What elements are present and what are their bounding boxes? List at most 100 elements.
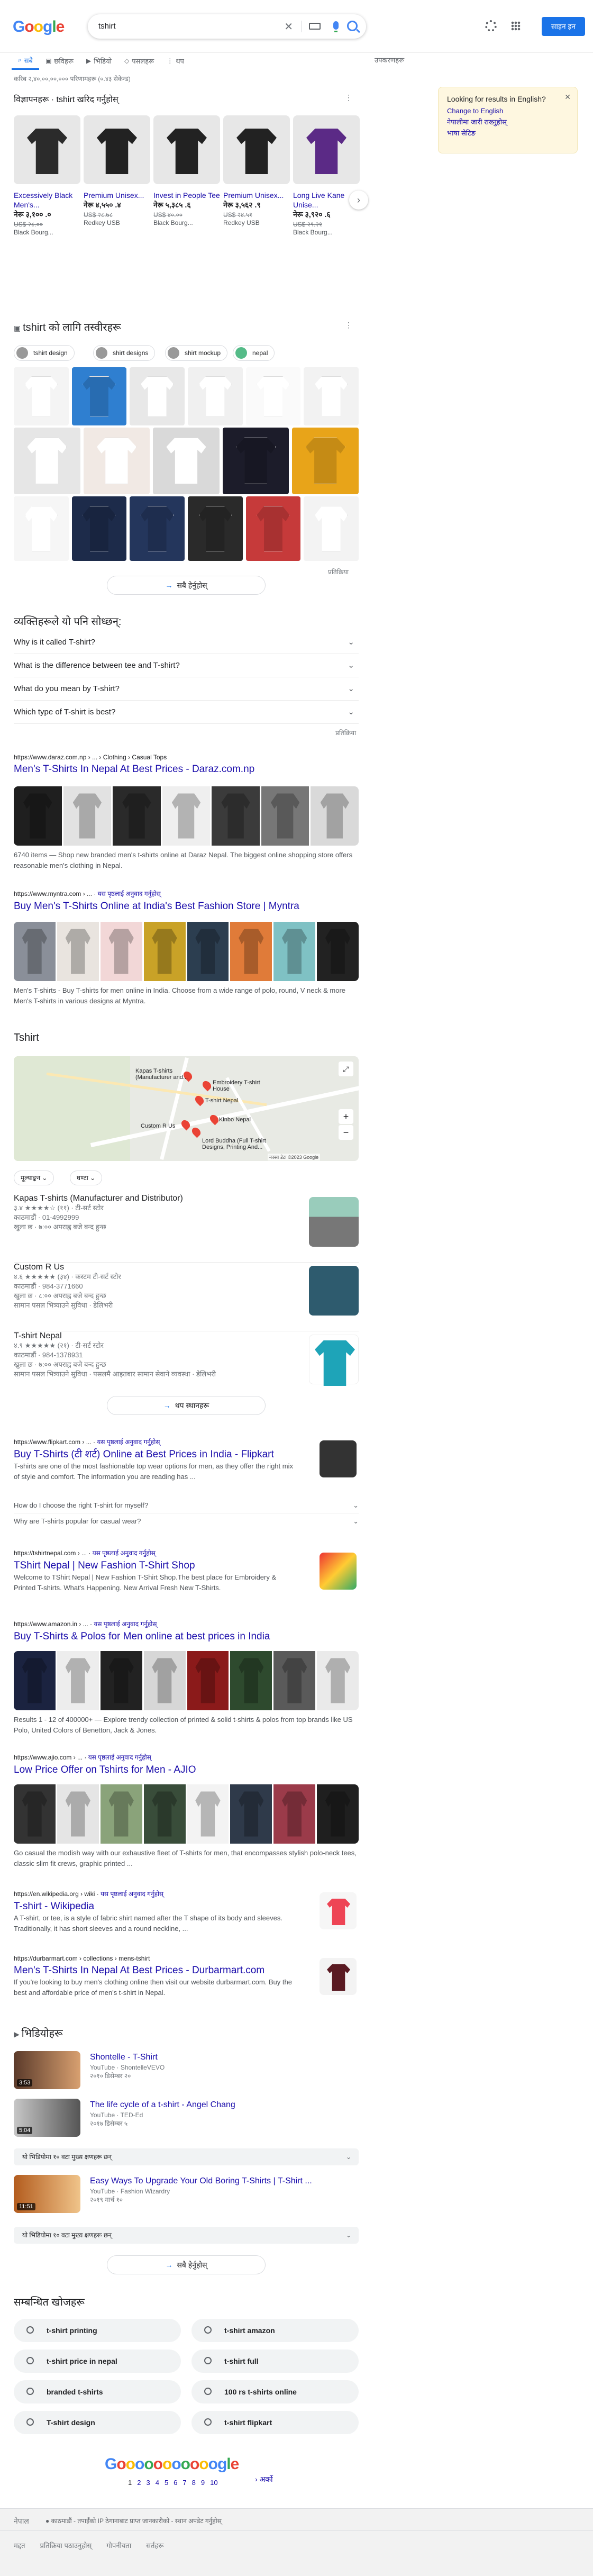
continue-nepali-link[interactable]: नेपालीमा जारी राख्नुहोस् xyxy=(447,116,569,128)
image-thumbnail[interactable] xyxy=(130,367,185,425)
result-url[interactable]: https://en.wikipedia.org › wiki xyxy=(14,1890,95,1898)
search-icon[interactable] xyxy=(347,21,358,31)
related-search[interactable]: t-shirt amazon xyxy=(191,2319,359,2342)
local-result[interactable]: Kapas T-shirts (Manufacturer and Distrib… xyxy=(14,1194,359,1263)
feedback-link[interactable]: प्रतिक्रिया xyxy=(335,728,356,737)
page-link[interactable]: 9 xyxy=(201,2479,205,2487)
image-thumbnail[interactable] xyxy=(222,428,289,494)
product-name[interactable]: Excessively Black Men's... xyxy=(14,191,80,210)
keyboard-icon[interactable] xyxy=(309,23,321,30)
feedback-link[interactable]: प्रतिक्रिया xyxy=(328,567,349,576)
translate-link[interactable]: यस पृष्ठलाई अनुवाद गर्नुहोस् xyxy=(94,1620,157,1628)
translate-link[interactable]: यस पृष्ठलाई अनुवाद गर्नुहोस् xyxy=(101,1890,163,1898)
translate-link[interactable]: यस पृष्ठलाई अनुवाद गर्नुहोस् xyxy=(98,890,161,897)
footer-location[interactable]: ● काठमाडौं - तपाईँको IP ठेगानाबाट प्राप्… xyxy=(45,2516,222,2525)
thumbnail-image[interactable] xyxy=(212,786,260,846)
thumbnail-strip[interactable] xyxy=(14,1651,359,1710)
paa-question[interactable]: What do you mean by T-shirt? ⌄ xyxy=(14,677,359,701)
video-thumbnail[interactable]: 5:04 xyxy=(14,2099,80,2137)
result-title[interactable]: Buy T-Shirts (टी शर्ट) Online at Best Pr… xyxy=(14,1448,299,1461)
video-title[interactable]: Shontelle - T-Shirt xyxy=(90,2053,158,2062)
translate-link[interactable]: यस पृष्ठलाई अनुवाद गर्नुहोस् xyxy=(97,1438,160,1446)
map-pin[interactable] xyxy=(200,1079,213,1092)
product-name[interactable]: Premium Unisex... xyxy=(84,191,150,200)
footer-terms[interactable]: सर्तहरू xyxy=(146,2541,163,2550)
related-search[interactable]: t-shirt price in nepal xyxy=(14,2350,181,2373)
related-search[interactable]: t-shirt flipkart xyxy=(191,2411,359,2434)
related-search[interactable]: t-shirt printing xyxy=(14,2319,181,2342)
image-chip[interactable]: shirt designs xyxy=(93,345,156,361)
page-link[interactable]: 5 xyxy=(165,2479,168,2487)
thumbnail-image[interactable] xyxy=(317,922,359,981)
gear-icon[interactable] xyxy=(485,20,497,32)
thumbnail-image[interactable] xyxy=(57,922,99,981)
product-card[interactable]: Long Live Kane Unise... नेरू ३,९२० .६ US… xyxy=(293,115,360,236)
product-image[interactable] xyxy=(14,115,80,184)
next-page-link[interactable]: › अर्को xyxy=(255,2474,273,2484)
product-image[interactable] xyxy=(153,115,220,184)
footer-feedback[interactable]: प्रतिक्रिया पठाउनुहोस् xyxy=(40,2541,92,2550)
result-title[interactable]: Low Price Offer on Tshirts for Men - AJI… xyxy=(14,1764,359,1776)
close-icon[interactable]: ✕ xyxy=(564,93,571,102)
key-moments-toggle[interactable]: यो भिडियोमा १० वटा मुख्य क्षणहरू छन् ⌄ xyxy=(14,2227,359,2244)
tab-all[interactable]: ⌕ सबै xyxy=(12,55,39,70)
map[interactable]: Kapas T-shirts (Manufacturer and... Embr… xyxy=(14,1056,359,1161)
paa-question[interactable]: What is the difference between tee and T… xyxy=(14,654,359,677)
result-url[interactable]: https://www.myntra.com › ... xyxy=(14,890,92,897)
result-title[interactable]: Men's T-Shirts In Nepal At Best Prices -… xyxy=(14,1964,299,1977)
clear-icon[interactable]: ✕ xyxy=(284,20,293,33)
map-pin[interactable] xyxy=(190,1126,203,1138)
product-image[interactable] xyxy=(223,115,290,184)
page-link[interactable]: 4 xyxy=(156,2479,159,2487)
image-thumbnail[interactable] xyxy=(304,496,359,561)
footer-privacy[interactable]: गोपनीयता xyxy=(106,2541,131,2550)
related-search[interactable]: 100 rs t-shirts online xyxy=(191,2380,359,2403)
related-search[interactable]: t-shirt full xyxy=(191,2350,359,2373)
image-thumbnail[interactable] xyxy=(304,367,359,425)
thumbnail-image[interactable] xyxy=(63,786,112,846)
tools-button[interactable]: उपकरणहरू xyxy=(375,55,404,65)
thumbnail-strip[interactable] xyxy=(14,922,359,981)
video-result[interactable]: 3:53 Shontelle - T-Shirt YouTube · Shont… xyxy=(14,2051,359,2093)
page-link[interactable]: 2 xyxy=(137,2479,141,2487)
tab-shopping[interactable]: ◇ पसलहरू xyxy=(118,55,160,67)
result-title[interactable]: Buy T-Shirts & Polos for Men online at b… xyxy=(14,1630,359,1643)
view-all-images-button[interactable]: → सबै हेर्नुहोस् xyxy=(107,576,266,595)
video-thumbnail[interactable]: 3:53 xyxy=(14,2051,80,2089)
rating-filter[interactable]: मूल्याङ्कन ⌄ xyxy=(14,1171,54,1185)
thumbnail-image[interactable] xyxy=(230,922,272,981)
result-title[interactable]: TShirt Nepal | New Fashion T-Shirt Shop xyxy=(14,1559,299,1572)
page-link[interactable]: 1 xyxy=(128,2479,132,2487)
microphone-icon[interactable] xyxy=(333,21,339,32)
thumbnail-image[interactable] xyxy=(14,922,56,981)
result-url[interactable]: https://www.daraz.com.np › ... › Clothin… xyxy=(14,754,359,761)
tab-images[interactable]: ▣ छविहरू xyxy=(39,55,80,67)
image-thumbnail[interactable] xyxy=(14,367,69,425)
thumbnail-strip[interactable] xyxy=(14,1784,359,1844)
faq-item[interactable]: Why are T-shirts popular for casual wear… xyxy=(14,1513,359,1529)
footer-help[interactable]: मद्दत xyxy=(14,2541,25,2550)
thumbnail-image[interactable] xyxy=(273,1784,316,1844)
place-name[interactable]: T-shirt Nepal xyxy=(14,1331,359,1341)
result-thumbnail[interactable] xyxy=(320,1440,357,1477)
thumbnail-image[interactable] xyxy=(187,1784,229,1844)
thumbnail-image[interactable] xyxy=(273,1651,316,1710)
local-result[interactable]: T-shirt Nepal ४.९ ★★★★★ (२१) · टी-सर्ट स… xyxy=(14,1331,359,1400)
paa-question[interactable]: Which type of T-shirt is best? ⌄ xyxy=(14,701,359,724)
page-link[interactable]: 10 xyxy=(210,2479,217,2487)
search-query[interactable]: tshirt xyxy=(98,22,116,31)
view-all-videos-button[interactable]: → सबै हेर्नुहोस् xyxy=(107,2255,266,2274)
zoom-out-button[interactable]: − xyxy=(339,1125,353,1140)
thumbnail-strip[interactable] xyxy=(14,786,359,846)
place-name[interactable]: Custom R Us xyxy=(14,1263,359,1272)
result-title[interactable]: T-shirt - Wikipedia xyxy=(14,1900,299,1913)
image-chip[interactable]: nepal xyxy=(233,345,275,361)
image-thumbnail[interactable] xyxy=(292,428,359,494)
image-thumbnail[interactable] xyxy=(14,496,69,561)
thumbnail-image[interactable] xyxy=(143,922,186,981)
thumbnail-image[interactable] xyxy=(230,1784,272,1844)
thumbnail-image[interactable] xyxy=(187,1651,229,1710)
image-thumbnail[interactable] xyxy=(130,496,185,561)
place-name[interactable]: Kapas T-shirts (Manufacturer and Distrib… xyxy=(14,1194,359,1203)
result-thumbnail[interactable] xyxy=(320,1553,357,1590)
